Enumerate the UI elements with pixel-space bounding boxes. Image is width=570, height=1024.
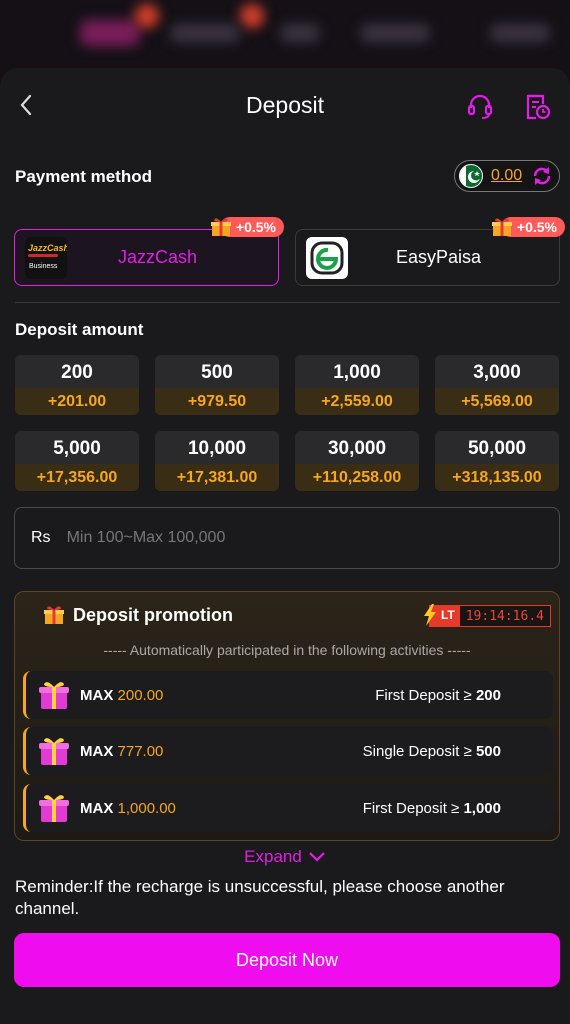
promotion-row[interactable]: MAX 777.00 Single Deposit ≥ 500 (23, 727, 553, 775)
header: Deposit (0, 68, 570, 146)
gift-icon (44, 606, 64, 624)
deposit-amount-title: Deposit amount (15, 320, 144, 339)
deposit-sheet: Deposit Payment method 0.00 JazzCash Bus… (0, 68, 570, 1024)
history-button[interactable] (523, 92, 553, 122)
lt-tag: LT (423, 604, 459, 627)
currency-label: Rs (31, 529, 51, 546)
balance-value[interactable]: 0.00 (491, 167, 522, 185)
limited-time-badge: LT 19:14:16.4 (423, 604, 551, 628)
promotion-subtitle: ----- Automatically participated in the … (103, 642, 471, 658)
gift-box-icon (39, 795, 69, 822)
amount-option[interactable]: 5,000 +17,356.00 (15, 431, 139, 491)
amount-option[interactable]: 500 +979.50 (155, 355, 279, 415)
divider (15, 302, 560, 303)
payment-option-jazzcash[interactable]: JazzCash Business JazzCash +0.5% (14, 217, 284, 286)
history-icon (526, 94, 551, 120)
deposit-promotion-panel: Deposit promotion LT 19:14:16.4 ----- Au… (14, 591, 560, 841)
payment-method-title: Payment method (15, 167, 152, 186)
balance-widget: 0.00 (454, 160, 560, 192)
headset-icon (467, 94, 493, 119)
amount-option[interactable]: 50,000 +318,135.00 (435, 431, 559, 491)
payment-option-label: EasyPaisa (395, 247, 482, 267)
gift-icon (491, 218, 512, 236)
support-button[interactable] (465, 92, 495, 122)
gift-icon (210, 218, 231, 236)
amount-option[interactable]: 200 +201.00 (15, 355, 139, 415)
jazzcash-logo: JazzCash Business (25, 236, 67, 279)
deposit-now-button[interactable]: Deposit Now (14, 933, 560, 987)
amount-option[interactable]: 30,000 +110,258.00 (295, 431, 419, 491)
easypaisa-logo (306, 236, 348, 279)
promotion-row[interactable]: MAX 1,000.00 First Deposit ≥ 1,000 (23, 784, 553, 832)
reminder-text: Reminder:If the recharge is unsuccessful… (15, 877, 505, 918)
gift-box-icon (39, 682, 69, 709)
bonus-badge: +0.5% (491, 216, 565, 238)
payment-option-easypaisa[interactable]: EasyPaisa +0.5% (295, 217, 565, 286)
amount-option[interactable]: 1,000 +2,559.00 (295, 355, 419, 415)
refresh-icon[interactable] (530, 164, 554, 188)
payment-option-label: JazzCash (117, 247, 198, 267)
gift-box-icon (39, 738, 69, 765)
lightning-icon (423, 604, 436, 626)
countdown-timer: 19:14:16.4 (458, 605, 551, 627)
expand-button[interactable]: Expand (0, 847, 570, 867)
amount-option[interactable]: 10,000 +17,381.00 (155, 431, 279, 491)
amount-input[interactable] (66, 529, 467, 547)
promotion-title: Deposit promotion (73, 604, 233, 625)
chevron-down-icon (309, 852, 325, 862)
promotion-row[interactable]: MAX 200.00 First Deposit ≥ 200 (23, 671, 553, 719)
pakistan-flag-icon (459, 164, 483, 188)
amount-input-field[interactable]: Rs (14, 507, 560, 569)
bonus-badge: +0.5% (210, 216, 284, 238)
amount-option[interactable]: 3,000 +5,569.00 (435, 355, 559, 415)
expand-label: Expand (244, 847, 302, 866)
